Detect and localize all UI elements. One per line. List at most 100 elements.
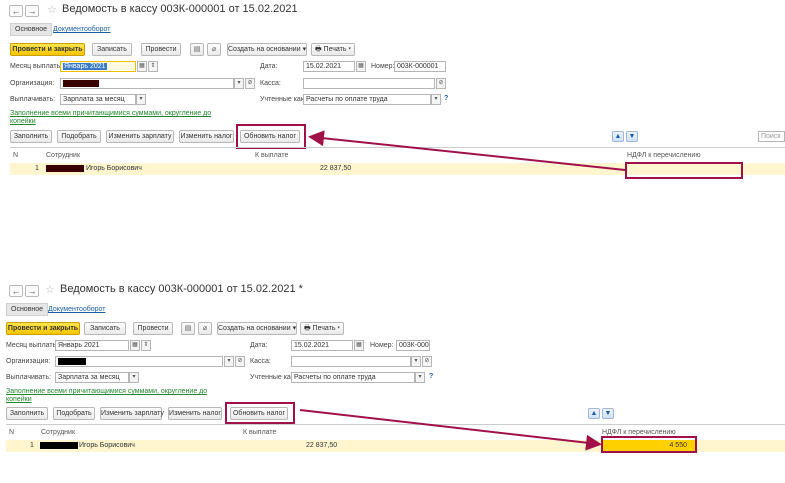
change-tax-button[interactable]: Изменить налог <box>168 407 222 420</box>
number-input[interactable]: 003К-000001 <box>396 340 430 351</box>
month-stepper[interactable]: ⇕ <box>148 61 158 72</box>
post-button[interactable]: Провести <box>141 43 181 56</box>
list-icon[interactable]: ▤ <box>181 322 195 335</box>
move-down-icon[interactable]: ▼ <box>602 408 614 419</box>
date-label: Дата: <box>260 63 278 70</box>
pay-dropdown-icon[interactable]: ▾ <box>129 372 139 383</box>
attachment-icon[interactable]: ⌀ <box>198 322 212 335</box>
back-button[interactable]: ← <box>9 285 23 297</box>
favorite-star-icon[interactable]: ☆ <box>45 283 55 296</box>
print-button[interactable]: 🖶 Печать ▾ <box>311 43 355 56</box>
pay-select[interactable]: Зарплата за месяц <box>55 372 129 383</box>
fill-button[interactable]: Заполнить <box>10 130 52 143</box>
row-employee: Игорь Борисович <box>86 165 142 172</box>
accounted-dropdown-icon[interactable]: ▾ <box>431 94 441 105</box>
cash-input[interactable] <box>303 78 435 89</box>
cash-input[interactable] <box>291 356 411 367</box>
print-label: Печать <box>323 46 347 53</box>
date-calendar-icon[interactable]: ▦ <box>354 340 364 351</box>
cash-dropdown-icon[interactable]: ▾ <box>411 356 421 367</box>
accounted-dropdown-icon[interactable]: ▾ <box>415 372 425 383</box>
month-stepper[interactable]: ⇕ <box>141 340 151 351</box>
organization-dropdown-icon[interactable]: ▾ <box>234 78 244 89</box>
fill-mode-link[interactable]: Заполнение всеми причитающимися суммами,… <box>6 388 207 396</box>
date-input[interactable]: 15.02.2021 <box>303 61 355 72</box>
organization-dropdown-icon[interactable]: ▾ <box>224 356 234 367</box>
create-based-label: Создать на основании <box>228 46 301 53</box>
ndfl-filled-highlight <box>601 436 697 453</box>
favorite-star-icon[interactable]: ☆ <box>47 3 57 16</box>
accounted-label: Учтенные как: <box>260 96 306 103</box>
calendar-icon[interactable]: ▦ <box>137 61 147 72</box>
col-ndfl: НДФЛ к перечислению <box>627 152 701 159</box>
pay-dropdown-icon[interactable]: ▾ <box>136 94 146 105</box>
tab-document-flow[interactable]: Документооборот <box>53 26 111 33</box>
fill-button[interactable]: Заполнить <box>6 407 48 420</box>
month-input[interactable]: Январь 2021 <box>60 61 136 72</box>
forward-button[interactable]: → <box>25 285 39 297</box>
attachment-icon[interactable]: ⌀ <box>207 43 221 56</box>
fill-mode-link-cont[interactable]: копейки <box>6 396 32 404</box>
month-input[interactable]: Январь 2021 <box>55 340 129 351</box>
tab-main[interactable]: Основное <box>6 303 49 316</box>
calendar-icon[interactable]: ▦ <box>130 340 140 351</box>
fill-mode-link[interactable]: Заполнение всеми причитающимися суммами,… <box>10 110 211 118</box>
tab-document-flow[interactable]: Документооборот <box>48 306 106 313</box>
create-based-on-button[interactable]: Создать на основании ▾ <box>217 322 297 335</box>
organization-input[interactable] <box>60 78 234 89</box>
move-down-icon[interactable]: ▼ <box>626 131 638 142</box>
print-label: Печать <box>312 325 336 332</box>
move-up-icon[interactable]: ▲ <box>612 131 624 142</box>
row-n: 1 <box>30 442 34 449</box>
col-ndfl: НДФЛ к перечислению <box>602 429 676 436</box>
post-button[interactable]: Провести <box>133 322 173 335</box>
forward-button[interactable]: → <box>25 5 39 17</box>
pick-button[interactable]: Подобрать <box>57 130 101 143</box>
month-label: Месяц выплаты: <box>10 63 64 70</box>
row-employee: Игорь Борисович <box>79 442 135 449</box>
accounted-select[interactable]: Расчеты по оплате труда <box>303 94 431 105</box>
save-button[interactable]: Записать <box>92 43 132 56</box>
organization-open-icon[interactable]: ⊘ <box>245 78 255 89</box>
save-button[interactable]: Записать <box>84 322 126 335</box>
help-icon[interactable]: ? <box>444 95 448 102</box>
organization-input[interactable] <box>55 356 223 367</box>
employees-table: N Сотрудник К выплате НДФЛ к перечислени… <box>6 424 785 483</box>
date-input[interactable]: 15.02.2021 <box>291 340 353 351</box>
print-button[interactable]: 🖶 Печать ▾ <box>300 322 344 335</box>
col-to-pay: К выплате <box>243 429 277 436</box>
document-title: Ведомость в кассу 003К-000001 от 15.02.2… <box>62 3 298 15</box>
pay-select[interactable]: Зарплата за месяц <box>60 94 136 105</box>
cash-open-icon[interactable]: ⊘ <box>422 356 432 367</box>
document-form-original: ← → ☆ Ведомость в кассу 003К-000001 от 1… <box>0 0 785 250</box>
organization-open-icon[interactable]: ⊘ <box>235 356 245 367</box>
change-salary-button[interactable]: Изменить зарплату <box>106 130 174 143</box>
move-up-icon[interactable]: ▲ <box>588 408 600 419</box>
row-n: 1 <box>35 165 39 172</box>
cash-label: Касса: <box>250 358 271 365</box>
help-icon[interactable]: ? <box>429 373 433 380</box>
fill-mode-link-cont[interactable]: копейки <box>10 118 36 126</box>
search-input[interactable]: Поиск <box>758 131 785 142</box>
accounted-select[interactable]: Расчеты по оплате труда <box>291 372 415 383</box>
change-tax-button[interactable]: Изменить налог <box>179 130 234 143</box>
redacted-surname <box>46 165 84 172</box>
redacted-organization <box>58 357 86 365</box>
post-and-close-button[interactable]: Провести и закрыть <box>10 43 85 56</box>
tab-main[interactable]: Основное <box>10 23 53 36</box>
document-title: Ведомость в кассу 003К-000001 от 15.02.2… <box>60 283 303 295</box>
post-and-close-button[interactable]: Провести и закрыть <box>6 322 80 335</box>
pick-button[interactable]: Подобрать <box>53 407 95 420</box>
change-salary-button[interactable]: Изменить зарплату <box>100 407 164 420</box>
number-input[interactable]: 003К-000001 <box>394 61 446 72</box>
list-icon[interactable]: ▤ <box>190 43 204 56</box>
cash-open-icon[interactable]: ⊘ <box>436 78 446 89</box>
organization-label: Организация: <box>6 358 51 365</box>
create-based-on-button[interactable]: Создать на основании ▾ <box>227 43 307 56</box>
date-calendar-icon[interactable]: ▦ <box>356 61 366 72</box>
pay-label: Выплачивать: <box>10 96 56 103</box>
back-button[interactable]: ← <box>9 5 23 17</box>
refresh-tax-highlight <box>225 402 295 424</box>
date-label: Дата: <box>250 342 268 349</box>
number-label: Номер: <box>371 63 395 70</box>
